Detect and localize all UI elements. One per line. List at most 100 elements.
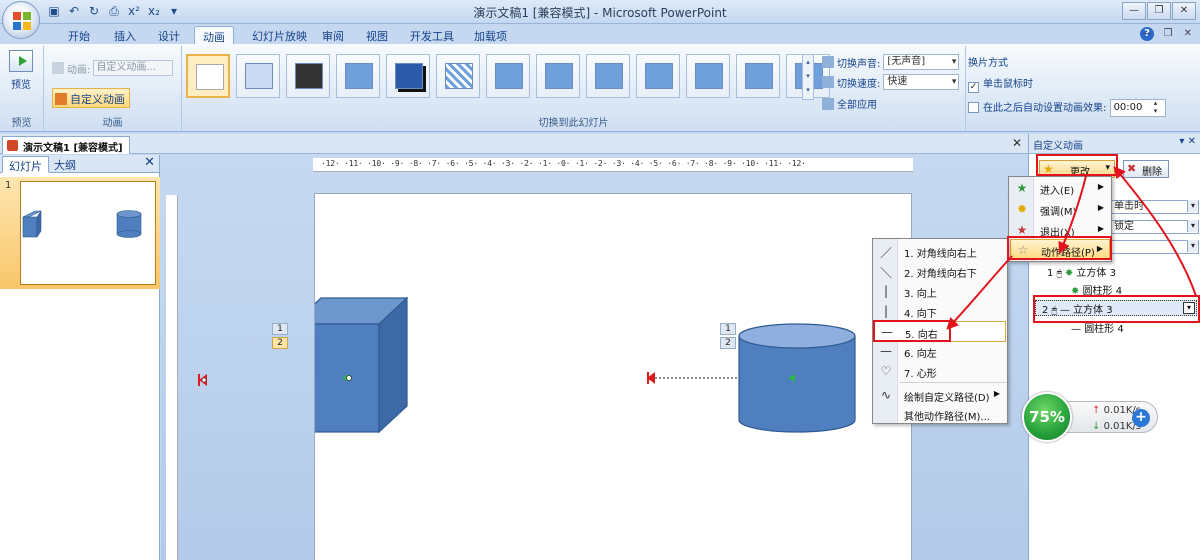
on-click-checkbox[interactable]: ✓ <box>968 82 979 93</box>
path-diagonal-down-right[interactable]: ＼ 2. 对角线向右下 <box>874 261 1006 282</box>
delete-icon: ✖ <box>1127 162 1137 175</box>
tab-animations[interactable]: 动画 <box>194 26 234 44</box>
arrow-up-icon: ↑ <box>1092 405 1101 416</box>
tab-review[interactable]: 审阅 <box>314 26 352 44</box>
cylinder-top[interactable] <box>738 323 856 349</box>
path-direction-dropdown[interactable]: 锁定 <box>1111 220 1199 234</box>
auto-after-row: 在此之后自动设置动画效果: 00:00 <box>968 99 1166 117</box>
animate-row: 动画: 自定义动画... <box>52 60 174 76</box>
on-click-checkbox-row[interactable]: ✓ 单击鼠标时 <box>968 75 1166 93</box>
network-speed-widget[interactable]: 75% ↑ 0.01K/s ↓ 0.01K/s + <box>1022 392 1158 442</box>
auto-after-checkbox[interactable] <box>968 102 979 113</box>
group-label-preview: 预览 <box>11 118 32 129</box>
apply-all-label: 全部应用 <box>837 100 877 111</box>
slide-thumbnail-1[interactable]: 1 <box>0 177 160 289</box>
heart-icon: ♡ <box>880 364 892 378</box>
transition-none-thumb[interactable] <box>186 54 230 98</box>
apply-all-button[interactable]: 全部应用 <box>822 96 877 111</box>
transition-push-left-thumb[interactable] <box>536 54 580 98</box>
tab-view[interactable]: 视图 <box>358 26 396 44</box>
cube-anim-tag-1[interactable]: 1 <box>272 323 288 335</box>
minimize-icon[interactable]: — <box>1122 2 1146 20</box>
tab-addins[interactable]: 加载项 <box>466 26 515 44</box>
animate-dropdown[interactable]: 自定义动画... <box>93 60 174 76</box>
effect-list-item[interactable]: 1 🖱 ✸ 立方体 3 <box>1037 264 1195 280</box>
pane-close-icon[interactable]: ✕ <box>144 155 155 170</box>
task-pane-title: 自定义动画 <box>1033 141 1083 152</box>
transition-push-right-thumb[interactable] <box>586 54 630 98</box>
doc-window-controls[interactable]: — ❐ ✕ <box>1142 28 1196 39</box>
cylinder-4[interactable] <box>739 336 855 420</box>
transition-dissolve-thumb[interactable] <box>436 54 480 98</box>
custom-animation-button[interactable]: 自定义动画 <box>52 88 130 108</box>
vertical-line-icon: | <box>883 284 889 298</box>
path-down[interactable]: | 4. 向下 <box>874 301 1006 322</box>
slides-pane-tabs: 幻灯片 大纲 ✕ <box>0 155 159 173</box>
group-preview: 预览 预览 <box>0 46 44 130</box>
cube-anim-tag-2[interactable]: 2 <box>272 337 288 349</box>
submenu-arrow-icon: ▶ <box>1097 203 1104 212</box>
entrance-star-icon: ★ <box>1016 181 1028 195</box>
path-diagonal-up-right[interactable]: ／ 1. 对角线向右上 <box>874 241 1006 262</box>
animate-label: 动画: <box>67 64 91 76</box>
slide-number: 1 <box>5 180 12 191</box>
exit-star-icon: ★ <box>1016 223 1028 237</box>
speed-dropdown-pane[interactable] <box>1111 240 1199 254</box>
transition-fade-black-thumb[interactable] <box>286 54 330 98</box>
thumbnail-shapes <box>22 210 142 238</box>
custom-animation-label: 自定义动画 <box>70 93 125 106</box>
tab-insert[interactable]: 插入 <box>106 26 144 44</box>
tab-home[interactable]: 开始 <box>60 26 98 44</box>
speed-dropdown[interactable]: 快速 <box>883 74 960 90</box>
task-pane-menu-icon[interactable]: ▾ ✕ <box>1179 136 1196 147</box>
advance-slide-section: 换片方式 ✓ 单击鼠标时 在此之后自动设置动画效果: 00:00 <box>968 54 1166 117</box>
transition-fade-smooth-thumb[interactable] <box>236 54 280 98</box>
auto-after-time[interactable]: 00:00 <box>1109 99 1166 117</box>
menu-item-entrance[interactable]: ★ 进入(E) ▶ <box>1010 178 1110 199</box>
delete-effect-button[interactable]: ✖ 删除 <box>1123 160 1169 178</box>
menu-item-emphasis[interactable]: ✹ 强调(M) ▶ <box>1010 199 1110 220</box>
preview-icon <box>9 50 33 72</box>
title-bar: ▣ ↶ ↻ ⎙ x² x₂ ▾ 演示文稿1 [兼容模式] - Microsoft… <box>0 0 1200 24</box>
sound-dropdown[interactable]: [无声音] <box>883 54 960 70</box>
tab-slides[interactable]: 幻灯片 <box>2 156 49 173</box>
submenu-arrow-icon: ▶ <box>1097 224 1104 233</box>
path-up[interactable]: | 3. 向上 <box>874 281 1006 302</box>
tab-design[interactable]: 设计 <box>150 26 188 44</box>
speed-icon <box>822 76 834 88</box>
effect-star-icon: ✸ <box>1064 268 1077 279</box>
gallery-scroll[interactable]: ▴ ▾ ▾ <box>802 54 814 100</box>
path-draw-custom[interactable]: ∿ 绘制自定义路径(D) ▶ <box>874 385 1006 406</box>
cylinder-anim-tag-2[interactable]: 2 <box>720 337 736 349</box>
maximize-icon[interactable]: ❐ <box>1147 2 1171 20</box>
speed-row: 切换速度: 快速 <box>822 74 960 90</box>
transition-push-up-thumb[interactable] <box>636 54 680 98</box>
tab-outline[interactable]: 大纲 <box>48 156 82 173</box>
close-icon[interactable]: ✕ <box>1172 2 1196 20</box>
arrow-down-icon: ↓ <box>1092 421 1101 432</box>
transition-cover-down-thumb[interactable] <box>736 54 780 98</box>
annotation-box-change <box>1036 154 1118 176</box>
doc-tab-close-icon[interactable]: ✕ <box>1012 136 1022 150</box>
add-icon[interactable]: + <box>1132 409 1150 427</box>
transition-push-down-thumb[interactable] <box>486 54 530 98</box>
cylinder-anim-tag-1[interactable]: 1 <box>720 323 736 335</box>
tab-slideshow[interactable]: 幻灯片放映 <box>244 26 315 44</box>
path-more[interactable]: 其他动作路径(M)... <box>874 404 1006 425</box>
window-controls: — ❐ ✕ <box>1122 2 1196 20</box>
transition-cut-black-thumb[interactable] <box>386 54 430 98</box>
transition-wipe-thumb[interactable] <box>686 54 730 98</box>
sound-icon <box>822 56 834 68</box>
preview-label: 预览 <box>11 80 31 91</box>
path-left[interactable]: —6. 向左 <box>874 341 1006 362</box>
transition-cut-thumb[interactable] <box>336 54 380 98</box>
preview-button[interactable]: 预览 <box>6 50 36 91</box>
horizontal-line-icon: — <box>880 344 892 358</box>
cube-path-handle[interactable] <box>346 375 352 381</box>
sound-row: 切换声音: [无声音] <box>822 54 960 70</box>
office-button[interactable] <box>2 1 40 39</box>
path-heart[interactable]: ♡ 7. 心形 <box>874 361 1006 382</box>
start-dropdown[interactable]: 单击时 <box>1111 200 1199 214</box>
tab-developer[interactable]: 开发工具 <box>402 26 462 44</box>
document-tab[interactable]: 演示文稿1 [兼容模式] <box>2 136 130 154</box>
